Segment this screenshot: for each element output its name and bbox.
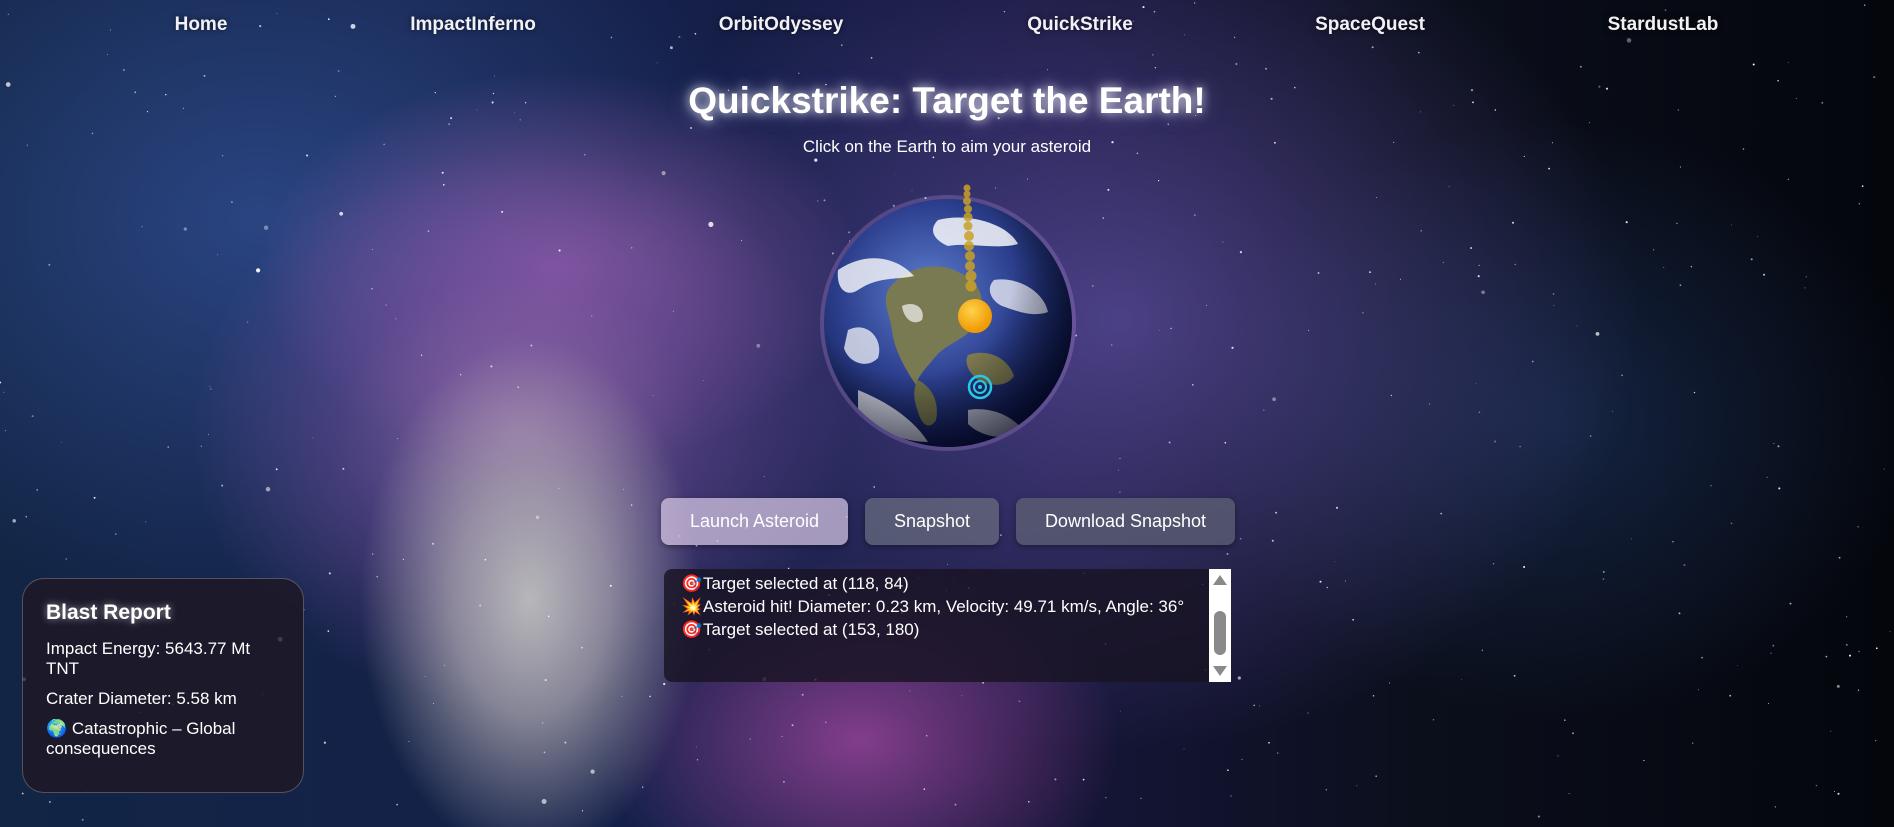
top-nav: Home ImpactInferno OrbitOdyssey QuickStr…	[0, 14, 1894, 42]
log-entry: 💥Asteroid hit! Diameter: 0.23 km, Veloci…	[681, 596, 1211, 617]
target-icon: 🎯	[681, 620, 703, 639]
scroll-down-arrow-icon[interactable]	[1213, 666, 1227, 676]
target-icon: 🎯	[681, 574, 703, 593]
blast-report-title: Blast Report	[46, 601, 171, 624]
scroll-up-arrow-icon[interactable]	[1213, 575, 1227, 585]
crater-diameter: Crater Diameter: 5.58 km	[46, 689, 237, 708]
scrollbar-thumb[interactable]	[1214, 611, 1226, 655]
impact-energy: Impact Energy: 5643.77 Mt TNT	[46, 639, 251, 678]
log-entry-text: Target selected at (153, 180)	[703, 620, 920, 639]
launch-asteroid-button[interactable]: Launch Asteroid	[661, 498, 848, 545]
severity-label: Catastrophic – Global consequences	[46, 719, 236, 758]
snapshot-button[interactable]: Snapshot	[865, 498, 999, 545]
log-entry-text: Asteroid hit! Diameter: 0.23 km, Velocit…	[703, 597, 1185, 616]
earth-target-canvas[interactable]	[818, 180, 1078, 460]
blast-report-panel: Blast Report Impact Energy: 5643.77 Mt T…	[22, 578, 304, 793]
log-entry-text: Target selected at (118, 84)	[703, 574, 909, 593]
log-entry: 🎯Target selected at (118, 84)	[681, 573, 1211, 594]
earth-shading	[824, 199, 1072, 447]
nav-link-impactinferno[interactable]: ImpactInferno	[410, 14, 536, 36]
nav-link-quickstrike[interactable]: QuickStrike	[1027, 14, 1133, 36]
event-log[interactable]: 🎯Target selected at (118, 84) 💥Asteroid …	[664, 569, 1231, 682]
download-snapshot-button[interactable]: Download Snapshot	[1016, 498, 1235, 545]
nav-link-stardustlab[interactable]: StardustLab	[1608, 14, 1719, 36]
nav-link-spacequest[interactable]: SpaceQuest	[1315, 14, 1425, 36]
globe-icon: 🌍	[46, 719, 68, 738]
log-entry: 🎯Target selected at (153, 180)	[681, 619, 1211, 640]
log-scrollbar[interactable]	[1209, 569, 1231, 682]
severity-text: 🌍 Catastrophic – Global consequences	[46, 719, 281, 759]
asteroid-icon	[958, 299, 992, 333]
nav-link-home[interactable]: Home	[175, 14, 228, 36]
page-title: Quickstrike: Target the Earth!	[688, 80, 1206, 121]
explosion-icon: 💥	[681, 597, 703, 616]
page-subtitle: Click on the Earth to aim your asteroid	[802, 137, 1092, 156]
nav-link-orbitodyssey[interactable]: OrbitOdyssey	[719, 14, 844, 36]
